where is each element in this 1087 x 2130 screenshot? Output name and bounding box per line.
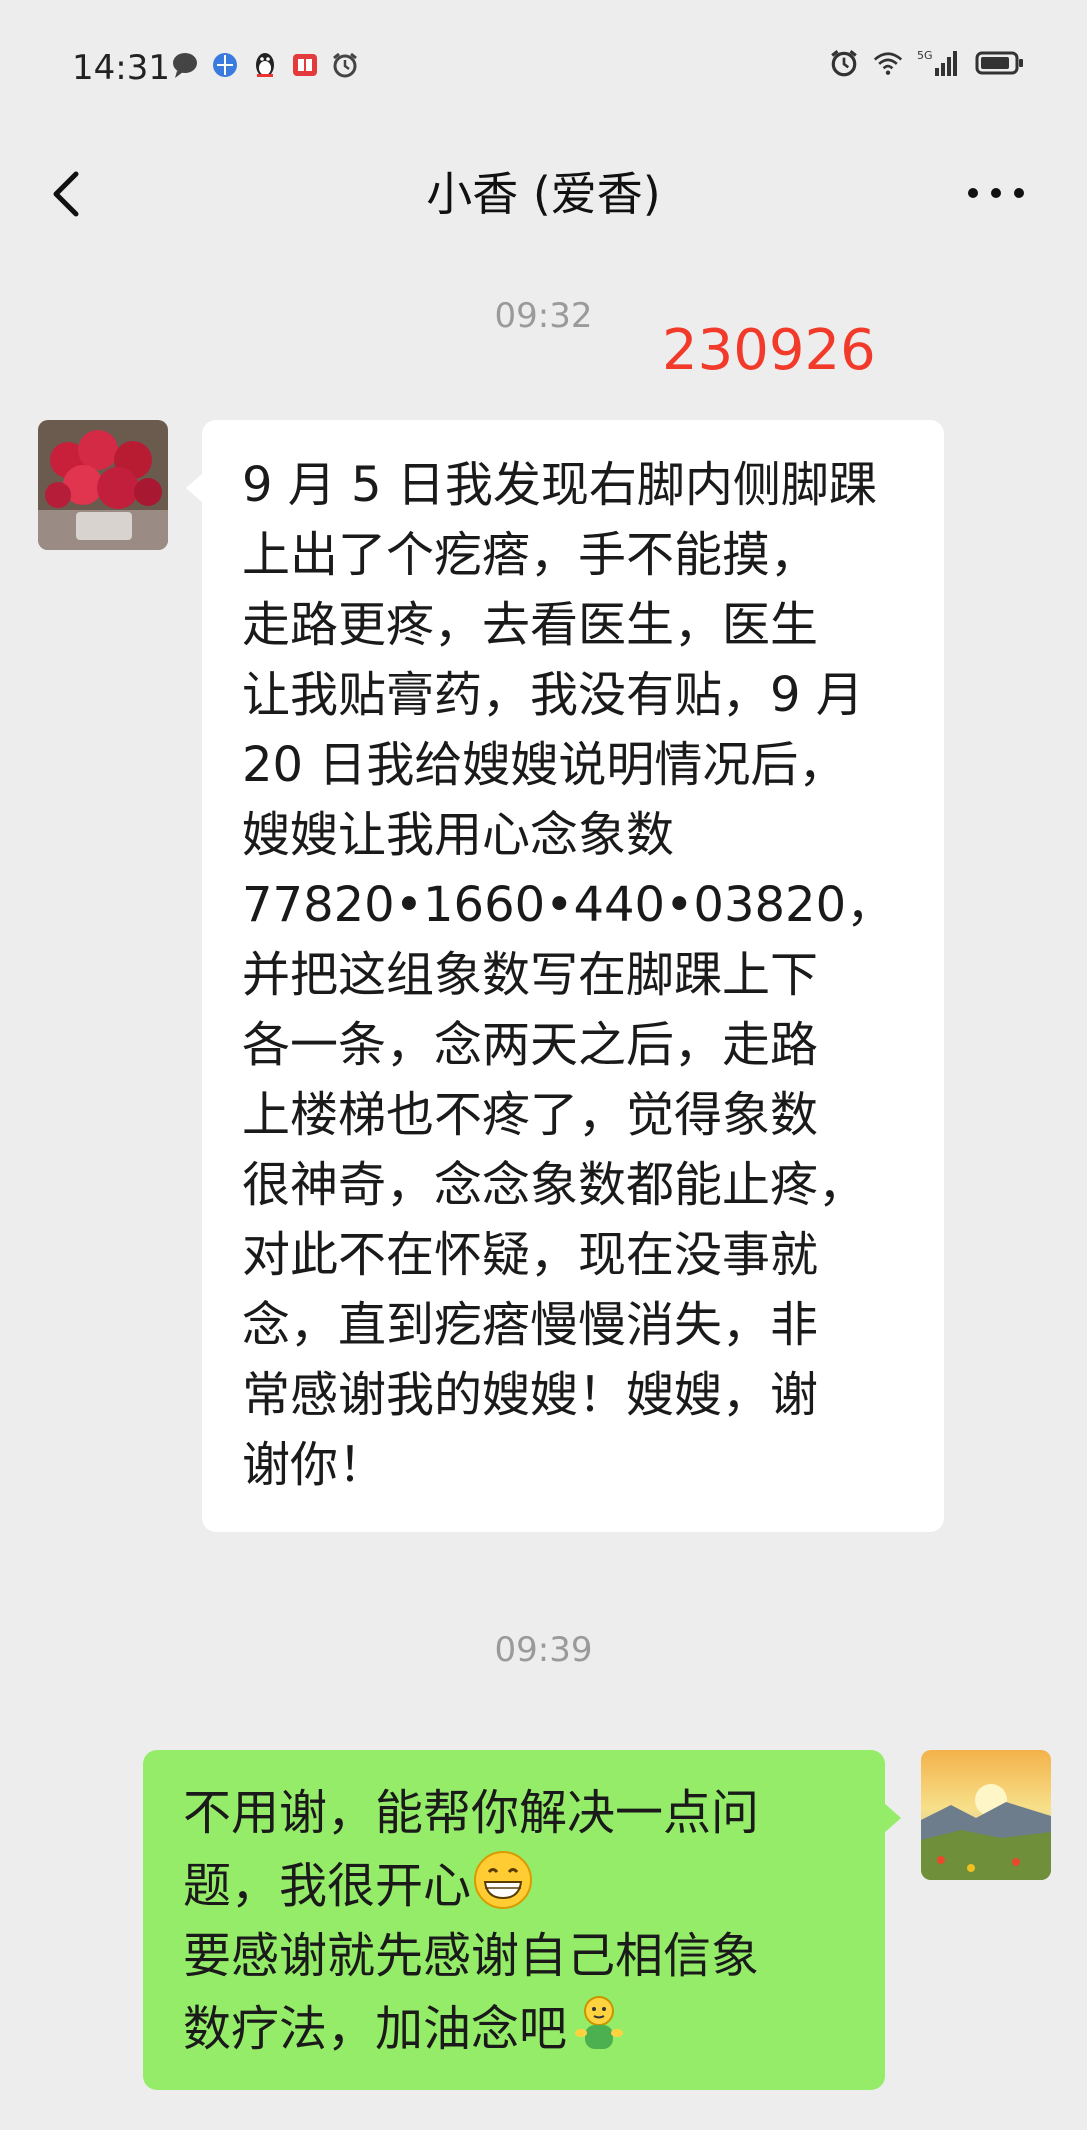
reader-app-icon [290, 50, 320, 80]
status-right-icons: 5G [829, 48, 1025, 78]
message-line: 上出了个疙瘩，手不能摸， [242, 527, 819, 583]
signal-label: 5G [917, 49, 933, 62]
alarm-icon [829, 48, 859, 78]
alarm-icon [330, 50, 360, 80]
message-line: 嫂嫂让我用心念象数 [242, 807, 675, 863]
status-bar: 14:31 5G [0, 0, 1087, 130]
message-line: 上楼梯也不疼了，觉得象数 [242, 1087, 819, 1143]
outgoing-message-bubble[interactable]: 不用谢，能帮你解决一点问 题，我很开心 要感谢就先感谢自己相信象 数疗法，加油念… [143, 1750, 901, 2090]
browser-icon [210, 50, 240, 80]
message-line: 对此不在怀疑，现在没事就 [242, 1227, 819, 1283]
message-line-with-emoji: 数疗法，加油念吧 [183, 1991, 857, 2064]
message-text: 数疗法，加油念吧 [183, 2001, 568, 2057]
incoming-message-bubble[interactable]: 9 月 5 日我发现右脚内侧脚踝 上出了个疙瘩，手不能摸， 走路更疼，去看医生，… [186, 420, 944, 1532]
5g-signal-icon: 5G [917, 48, 961, 78]
battery-icon [975, 48, 1025, 78]
message-text: 题，我很开心 [183, 1858, 472, 1914]
more-options-button[interactable] [961, 168, 1031, 218]
message-line-with-emoji: 题，我很开心 [183, 1848, 857, 1921]
message-timestamp: 09:39 [494, 1630, 593, 1670]
status-left-icons [170, 50, 360, 80]
message-line: 并把这组象数写在脚踝上下 [242, 947, 819, 1003]
contact-avatar[interactable] [38, 420, 168, 550]
my-avatar[interactable] [921, 1750, 1051, 1880]
message-line: 让我贴膏药，我没有贴，9 月 [242, 667, 864, 723]
red-flowers-avatar-icon [38, 420, 168, 550]
message-line: 不用谢，能帮你解决一点问 [183, 1785, 760, 1841]
grin-emoji-icon [471, 1848, 535, 1912]
more-dots-icon [968, 188, 1024, 198]
message-line: 77820•1660•440•03820， [242, 877, 895, 933]
date-annotation: 230926 [662, 318, 876, 383]
message-line: 很神奇，念念象数都能止疼， [242, 1157, 867, 1213]
qq-penguin-icon [250, 50, 280, 80]
message-line: 9 月 5 日我发现右脚内侧脚踝 [242, 457, 877, 513]
sunrise-landscape-avatar-icon [921, 1750, 1051, 1880]
message-line: 走路更疼，去看医生，医生 [242, 597, 819, 653]
message-line: 要感谢就先感谢自己相信象 [183, 1928, 760, 1984]
message-timestamp: 09:32 [494, 296, 593, 336]
message-line: 各一条，念两天之后，走路 [242, 1017, 819, 1073]
message-line: 常感谢我的嫂嫂！嫂嫂，谢 [242, 1367, 819, 1423]
message-line: 念，直到疙瘩慢慢消失，非 [242, 1297, 819, 1353]
status-time: 14:31 [72, 48, 170, 88]
chat-title: 小香 (爱香) [426, 167, 661, 221]
green-figure-emoji-icon [567, 1991, 631, 2055]
message-line: 20 日我给嫂嫂说明情况后， [242, 737, 847, 793]
chat-header: 小香 (爱香) [0, 130, 1087, 255]
chat-notification-icon [170, 50, 200, 80]
message-line: 谢你！ [242, 1437, 387, 1493]
wifi-icon [873, 48, 903, 78]
